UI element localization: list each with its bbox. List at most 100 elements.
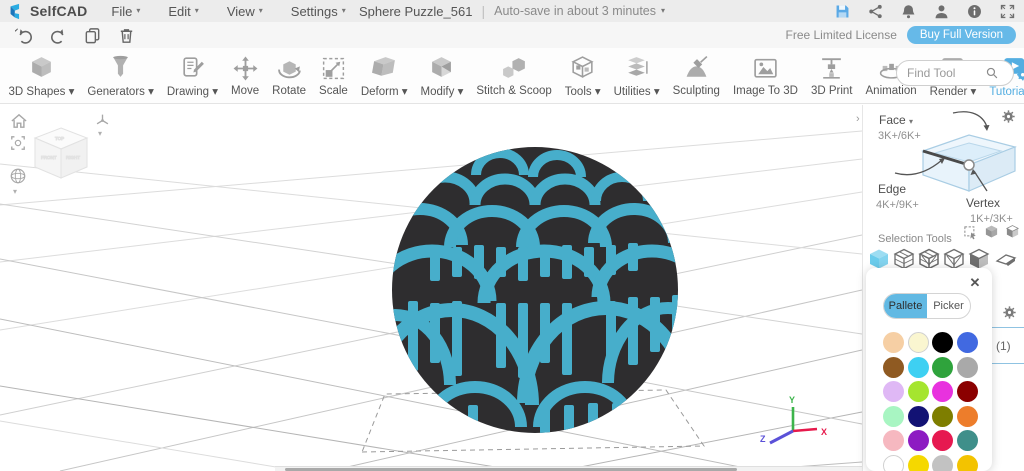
- color-swatch-19[interactable]: [957, 430, 978, 451]
- menu-view[interactable]: View▾: [227, 4, 263, 19]
- home-view-icon[interactable]: [10, 113, 28, 129]
- toolbar-item-label: Generators ▾: [87, 84, 154, 98]
- autosave-status[interactable]: Auto-save in about 3 minutes▾: [494, 4, 665, 18]
- color-swatch-1[interactable]: [908, 332, 929, 353]
- undo-icon[interactable]: [15, 26, 34, 45]
- toolbar-item-label: Modify ▾: [421, 84, 464, 98]
- save-icon[interactable]: [834, 3, 851, 20]
- color-swatch-22[interactable]: [932, 455, 953, 471]
- svg-text:FRONT: FRONT: [41, 155, 57, 160]
- solid-select-icon[interactable]: [1005, 224, 1020, 239]
- face-label[interactable]: Face ▾: [879, 113, 913, 127]
- color-swatch-10[interactable]: [932, 381, 953, 402]
- notifications-icon[interactable]: [900, 3, 917, 20]
- fullscreen-icon[interactable]: [999, 3, 1016, 20]
- copy-icon[interactable]: [83, 26, 102, 45]
- color-swatch-11[interactable]: [957, 381, 978, 402]
- menu-file[interactable]: File▾: [111, 4, 140, 19]
- gear-icon[interactable]: [1001, 109, 1016, 124]
- toolbar-item-utilities[interactable]: Utilities ▾: [607, 51, 666, 101]
- menu-settings[interactable]: Settings▾: [291, 4, 346, 19]
- color-swatch-3[interactable]: [957, 332, 978, 353]
- fit-view-icon[interactable]: [10, 135, 26, 151]
- color-swatch-14[interactable]: [932, 406, 953, 427]
- toolbar-item-label: Animation: [866, 85, 917, 97]
- info-icon[interactable]: [966, 3, 983, 20]
- toolbar-item-label: Sculpting: [673, 85, 720, 97]
- chevron-down-icon[interactable]: ▾: [98, 129, 102, 138]
- color-swatch-4[interactable]: [883, 357, 904, 378]
- license-status: Free Limited License: [786, 28, 897, 42]
- chevron-down-icon: ▾: [195, 7, 199, 15]
- selfcad-logo[interactable]: SelfCAD: [8, 3, 87, 20]
- color-swatch-2[interactable]: [932, 332, 953, 353]
- cube-select-icon[interactable]: [984, 224, 999, 239]
- search-icon[interactable]: [985, 66, 999, 80]
- toolbar-item-3d-shapes[interactable]: 3D Shapes ▾: [2, 51, 81, 101]
- color-swatch-12[interactable]: [883, 406, 904, 427]
- axis-toggle-icon[interactable]: [95, 113, 110, 128]
- selfcad-logo-icon: [8, 3, 25, 20]
- buy-full-version-button[interactable]: Buy Full Version: [907, 26, 1016, 44]
- gear-icon[interactable]: [1002, 305, 1017, 320]
- select-mode-face-icon[interactable]: [994, 247, 1018, 271]
- color-swatch-16[interactable]: [883, 430, 904, 451]
- share-icon[interactable]: [867, 3, 884, 20]
- toolbar-item-scale[interactable]: Scale: [313, 52, 355, 100]
- deform-icon: [371, 54, 398, 81]
- vertex-highlight: [964, 160, 974, 170]
- toolbar-item-rotate[interactable]: Rotate: [266, 52, 313, 100]
- vertex-label: Vertex: [966, 196, 1000, 210]
- 3d-viewport[interactable]: TOP FRONT RIGHT: [0, 105, 862, 471]
- print-icon: [818, 55, 845, 82]
- color-swatch-20[interactable]: [883, 455, 904, 471]
- color-swatch-23[interactable]: [957, 455, 978, 471]
- find-tool-input[interactable]: [905, 65, 981, 81]
- tab-pallete[interactable]: Pallete: [884, 294, 927, 318]
- color-swatch-7[interactable]: [957, 357, 978, 378]
- toolbar-item-modify[interactable]: Modify ▾: [414, 51, 470, 101]
- toolbar-item-move[interactable]: Move: [225, 52, 266, 100]
- toolbar-item-tools[interactable]: Tools ▾: [558, 51, 607, 101]
- image-icon: [752, 55, 779, 82]
- close-icon[interactable]: ✕: [969, 277, 981, 289]
- tab-picker[interactable]: Picker: [927, 294, 970, 318]
- toolbar-item-deform[interactable]: Deform ▾: [354, 51, 414, 101]
- delete-icon[interactable]: [117, 26, 136, 45]
- redo-icon[interactable]: [49, 26, 68, 45]
- find-tool-search[interactable]: [896, 60, 1014, 86]
- color-swatch-8[interactable]: [883, 381, 904, 402]
- color-swatch-21[interactable]: [908, 455, 929, 471]
- stitch-icon: [501, 55, 528, 82]
- color-swatch-18[interactable]: [932, 430, 953, 451]
- color-swatch-9[interactable]: [908, 381, 929, 402]
- toolbar-item-3d-print[interactable]: 3D Print: [804, 52, 859, 100]
- color-swatch-13[interactable]: [908, 406, 929, 427]
- toolbar-item-stitch-scoop[interactable]: Stitch & Scoop: [470, 52, 558, 100]
- panel-collapse-icon[interactable]: ›: [856, 113, 860, 125]
- marquee-select-icon[interactable]: [963, 225, 978, 240]
- account-icon[interactable]: [933, 3, 950, 20]
- color-swatch-17[interactable]: [908, 430, 929, 451]
- toolbar-item-drawing[interactable]: Drawing ▾: [160, 51, 224, 101]
- chevron-down-icon[interactable]: ▾: [13, 187, 17, 196]
- svg-text:X: X: [821, 427, 827, 437]
- chevron-down-icon: ▾: [909, 117, 913, 126]
- menu-edit[interactable]: Edit▾: [168, 4, 198, 19]
- color-swatch-15[interactable]: [957, 406, 978, 427]
- funnel-icon: [107, 54, 134, 81]
- color-swatch-0[interactable]: [883, 332, 904, 353]
- perspective-icon[interactable]: [9, 167, 27, 185]
- toolbar-item-label: Deform ▾: [361, 84, 408, 98]
- toolbar-item-sculpting[interactable]: Sculpting: [666, 52, 726, 100]
- color-swatch-5[interactable]: [908, 357, 929, 378]
- toolbar-item-generators[interactable]: Generators ▾: [81, 51, 161, 101]
- toolbar-item-image-to-3d[interactable]: Image To 3D: [726, 52, 804, 100]
- sphere-model[interactable]: [340, 147, 728, 471]
- toolbar-item-label: Image To 3D: [733, 85, 798, 97]
- selection-tools-label: Selection Tools: [878, 233, 952, 245]
- color-popup: ✕ Pallete Picker: [866, 268, 992, 471]
- edge-label: Edge: [878, 182, 906, 196]
- color-swatch-6[interactable]: [932, 357, 953, 378]
- scale-icon: [320, 55, 347, 82]
